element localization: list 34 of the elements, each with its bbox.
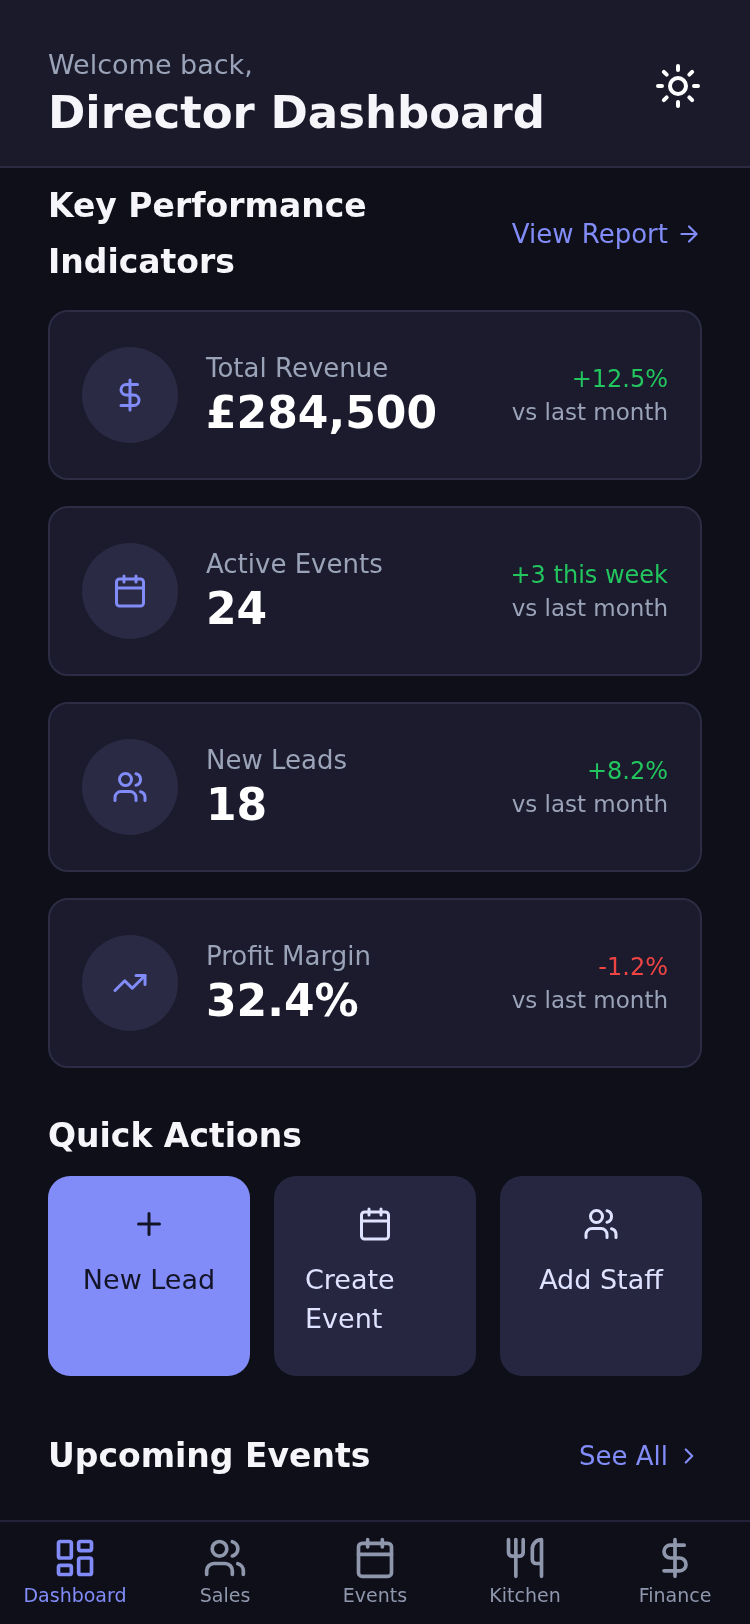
- change-text: +8.2%: [586, 757, 668, 786]
- tab-item[interactable]: Finance: [610, 1536, 740, 1624]
- quick-action-button[interactable]: Add Staff: [500, 1176, 702, 1377]
- kpi-label: Profit Margin: [206, 940, 372, 971]
- tab-item[interactable]: Sales: [160, 1536, 290, 1624]
- kpi-value: 18: [206, 778, 269, 830]
- kpi-value: 24: [206, 582, 269, 634]
- sun-icon[interactable]: [654, 62, 702, 110]
- view-report-link[interactable]: View Report: [511, 219, 702, 250]
- calendar-icon: [112, 573, 148, 610]
- section-title: Upcoming Events: [48, 1435, 371, 1478]
- change-text: +12.5%: [571, 365, 668, 394]
- kpi-label: Active Events: [206, 548, 384, 579]
- comparison-note: vs last month: [511, 595, 668, 622]
- tab-item[interactable]: Dashboard: [10, 1536, 140, 1624]
- see-all-link[interactable]: See All: [579, 1441, 702, 1472]
- page-title: Director Dashboard: [48, 86, 545, 139]
- tab-item[interactable]: Events: [310, 1536, 440, 1624]
- kpi-label: New Leads: [206, 744, 348, 775]
- tab-item[interactable]: Kitchen: [460, 1536, 590, 1624]
- kpi-value: £284,500: [206, 386, 439, 438]
- kpi-value: 32.4%: [206, 974, 360, 1026]
- section-title: Key Performance Indicators: [48, 185, 368, 284]
- comparison-note: vs last month: [511, 791, 668, 818]
- comparison-note: vs last month: [511, 987, 668, 1014]
- change-text: -1.2%: [598, 953, 668, 982]
- quick-action-button[interactable]: New Lead: [48, 1176, 250, 1377]
- comparison-note: vs last month: [511, 399, 668, 426]
- greeting: Welcome back,: [48, 49, 254, 80]
- kpi-label: Total Revenue: [206, 352, 390, 383]
- change-text: +3 this week: [510, 561, 668, 590]
- section-title: Quick Actions: [48, 1115, 303, 1158]
- calendar-icon: [357, 1206, 393, 1243]
- quick-action-button[interactable]: Create Event: [274, 1176, 476, 1377]
